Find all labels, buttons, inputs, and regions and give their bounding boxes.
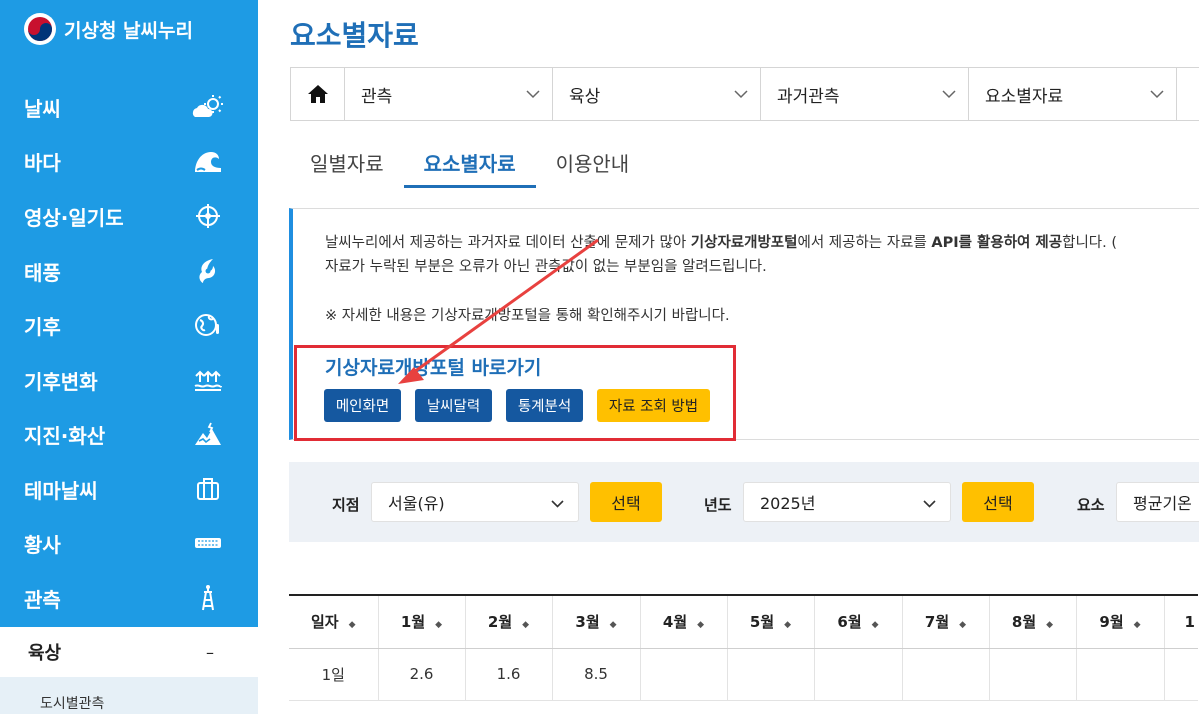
table-cell: 8.5 [551,648,640,701]
col-header-may[interactable]: 5월 ◆ [726,594,814,649]
breadcrumb-item-element-data[interactable]: 요소별자료 [969,68,1177,120]
sort-icon: ◆ [609,620,617,631]
sidebar: 기상청 날씨누리 날씨 바다 영상·일기도 태풍 기후 기후변화 지진·화산 테… [0,0,258,714]
col-header-jun[interactable]: 6월 ◆ [813,594,902,649]
year-select[interactable]: 2025년 [743,482,951,522]
sort-icon: ◆ [871,620,879,631]
col-header-aug[interactable]: 8월 ◆ [988,594,1076,649]
portal-statistics-button[interactable]: 통계분석 [506,389,583,422]
data-lookup-guide-button[interactable]: 자료 조회 방법 [597,389,710,422]
sort-icon: ◆ [522,620,530,631]
table-cell [901,648,989,701]
portal-shortcut-title: 기상자료개방포털 바로가기 [325,357,542,379]
sidebar-item-observation[interactable]: 관측 [0,571,258,625]
home-button[interactable] [291,68,345,120]
table-cell: 1일 [289,648,378,701]
table-cell [1075,648,1164,701]
table-cell [988,648,1076,701]
climate-change-icon [190,365,226,395]
tab-usage-guide[interactable]: 이용안내 [536,140,650,188]
portal-weather-calendar-button[interactable]: 날씨달력 [415,389,492,422]
sidebar-item-climate[interactable]: 기후 [0,298,258,352]
weather-icon [190,92,226,122]
sidebar-item-theme-weather[interactable]: 테마날씨 [0,462,258,516]
tab-daily-data[interactable]: 일별자료 [290,140,404,188]
suitcase-icon [190,474,226,504]
col-header-jul[interactable]: 7월 ◆ [901,594,989,649]
site-logo[interactable]: 기상청 날씨누리 [24,12,193,46]
chevron-down-icon [1150,84,1164,104]
chevron-down-icon [551,493,564,512]
year-label: 년도 [704,496,732,514]
satellite-icon [190,201,226,231]
element-select[interactable]: 평균기온 [1116,482,1199,522]
chevron-down-icon [942,84,956,104]
col-header-sep[interactable]: 9월 ◆ [1075,594,1164,649]
col-header-feb[interactable]: 2월 ◆ [464,594,552,649]
portal-main-button[interactable]: 메인화면 [324,389,401,422]
sidebar-item-satellite-chart[interactable]: 영상·일기도 [0,189,258,243]
col-header-mar[interactable]: 3월 ◆ [551,594,640,649]
breadcrumb: 관측 육상 과거관측 요소별자료 [290,67,1199,121]
chevron-down-icon [734,84,748,104]
table-cell [1163,648,1198,701]
breadcrumb-item-past-observation[interactable]: 과거관측 [761,68,969,120]
sidebar-item-sea[interactable]: 바다 [0,134,258,188]
site-logo-text: 기상청 날씨누리 [64,19,193,42]
sort-icon: ◆ [697,620,705,631]
sort-icon: ◆ [959,620,967,631]
observation-tower-icon [190,583,226,613]
element-label: 요소 [1077,496,1105,514]
col-header-oct[interactable]: 1 [1163,594,1198,649]
sort-icon: ◆ [784,620,792,631]
sidebar-item-typhoon[interactable]: 태풍 [0,244,258,298]
table-cell: 1.6 [464,648,552,701]
sidebar-item-earthquake-volcano[interactable]: 지진·화산 [0,407,258,461]
table-cell [639,648,727,701]
table-cell [813,648,902,701]
table-cell [726,648,814,701]
tab-bar: 일별자료 요소별자료 이용안내 [290,140,649,190]
sidebar-item-land-label: 육상 [24,639,66,665]
home-icon [307,85,328,103]
table-row: 1일 2.6 1.6 8.5 [289,648,1198,701]
notice-line-3: ※ 자세한 내용은 기상자료개방포털을 통해 확인해주시기 바랍니다. [325,308,730,324]
climate-icon [190,310,226,340]
sidebar-subitem-city-observation[interactable]: 도시별관측 [0,677,258,714]
station-label: 지점 [332,496,360,514]
sidebar-item-climate-change[interactable]: 기후변화 [0,353,258,407]
sidebar-item-weather[interactable]: 날씨 [0,80,258,134]
data-table: 일자 ◆ 1월 ◆ 2월 ◆ 3월 ◆ 4월 ◆ 5월 ◆ 6월 ◆ 7월 ◆ 8월 ◆ 9월 ◆ … [289,594,1198,701]
sidebar-item-land[interactable]: 육상 – [0,627,258,677]
col-header-day[interactable]: 일자 ◆ [289,594,378,649]
station-select-button[interactable]: 선택 [590,482,662,522]
breadcrumb-item-land[interactable]: 육상 [553,68,761,120]
wave-icon [190,146,226,176]
sort-icon: ◆ [1133,620,1141,631]
earthquake-icon [190,419,226,449]
station-select[interactable]: 서울(유) [371,482,579,522]
year-select-button[interactable]: 선택 [962,482,1034,522]
breadcrumb-item-observation[interactable]: 관측 [345,68,553,120]
dust-icon [190,528,226,558]
col-header-jan[interactable]: 1월 ◆ [377,594,465,649]
table-header-row: 일자 ◆ 1월 ◆ 2월 ◆ 3월 ◆ 4월 ◆ 5월 ◆ 6월 ◆ 7월 ◆ 8월 ◆ 9월 ◆ … [289,594,1198,649]
sidebar-item-yellow-dust[interactable]: 황사 [0,516,258,570]
sort-icon: ◆ [1046,620,1054,631]
col-header-apr[interactable]: 4월 ◆ [639,594,727,649]
tab-element-data[interactable]: 요소별자료 [403,140,536,188]
collapse-icon[interactable]: – [206,643,214,662]
sort-icon: ◆ [435,620,443,631]
typhoon-icon [190,256,226,286]
chevron-down-icon [526,84,540,104]
sort-icon: ◆ [348,620,356,631]
notice-line-1: 날씨누리에서 제공하는 과거자료 데이터 산출에 문제가 많아 기상자료개방포털… [325,235,1118,251]
chevron-down-icon [923,493,936,512]
kma-emblem-icon [24,13,56,45]
notice-line-2: 자료가 누락된 부분은 오류가 아닌 관측값이 없는 부분임을 알려드립니다. [325,259,767,275]
page-title: 요소별자료 [290,19,419,52]
table-cell: 2.6 [377,648,465,701]
